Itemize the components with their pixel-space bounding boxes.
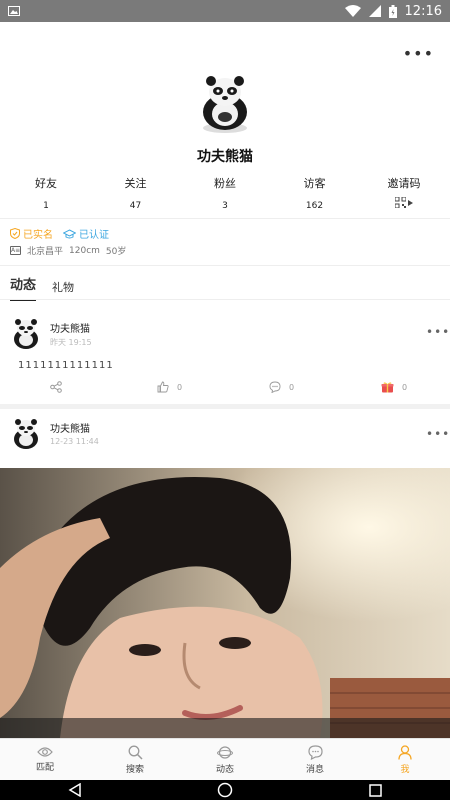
stat-friends[interactable]: 好友 1	[6, 175, 86, 212]
system-nav-bar	[0, 780, 450, 800]
stat-value: 162	[305, 201, 324, 211]
eye-icon	[37, 747, 53, 757]
bottom-tab-label: 匹配	[35, 763, 54, 773]
post-more-icon[interactable]: •••	[426, 325, 450, 339]
divider	[0, 218, 450, 219]
recents-icon[interactable]	[369, 783, 382, 797]
bottom-tab-messages[interactable]: 消息	[270, 739, 360, 780]
post-avatar[interactable]	[11, 318, 41, 350]
stat-value: 3	[222, 201, 228, 211]
search-icon	[128, 745, 143, 760]
post-time: 12-23 11:44	[50, 437, 99, 446]
bottom-tab-label: 消息	[305, 764, 324, 775]
stat-following[interactable]: 关注 47	[96, 175, 176, 212]
bottom-tab-match[interactable]: 匹配	[0, 739, 90, 780]
arrow-right-icon	[408, 199, 413, 206]
image-notification-icon	[8, 6, 20, 16]
graduation-cap-icon	[63, 228, 76, 238]
post-separator	[0, 404, 450, 409]
comment-count: 0	[289, 382, 295, 392]
stat-label: 粉丝	[214, 177, 236, 190]
home-icon[interactable]	[217, 782, 233, 798]
comment-icon	[269, 381, 281, 393]
post-author[interactable]: 功夫熊猫	[50, 420, 90, 435]
like-button[interactable]: 0	[157, 381, 182, 393]
stat-label: 访客	[303, 177, 326, 190]
tab-gifts[interactable]: 礼物	[52, 279, 74, 301]
divider	[0, 265, 450, 266]
stat-value: 1	[43, 201, 49, 211]
bottom-tab-search[interactable]: 搜索	[90, 739, 180, 780]
stat-label: 关注	[124, 177, 147, 190]
profile-info-line: A≡ 北京昌平 120cm 50岁	[10, 244, 126, 257]
bottom-tab-label: 搜索	[125, 764, 144, 775]
shield-icon	[10, 228, 20, 239]
stat-invite-code[interactable]: 邀请码	[364, 175, 444, 212]
info-height: 120cm	[69, 245, 100, 256]
info-location: 北京昌平	[27, 247, 64, 257]
badge-realname-label: 已实名	[23, 230, 53, 241]
profile-tabs: 动态 礼物	[10, 274, 74, 301]
profile-avatar[interactable]	[196, 72, 254, 136]
stat-label: 邀请码	[387, 177, 421, 190]
verification-badges: 已实名 已认证	[10, 226, 109, 241]
gift-icon	[381, 382, 394, 393]
signal-icon	[368, 5, 381, 17]
profile-name: 功夫熊猫	[197, 149, 253, 165]
gift-count: 0	[402, 382, 408, 392]
post-photo[interactable]	[0, 468, 450, 738]
status-time: 12:16	[404, 3, 442, 19]
post-avatar[interactable]	[11, 418, 41, 450]
back-icon[interactable]	[68, 783, 82, 797]
post-more-icon[interactable]: •••	[426, 427, 450, 441]
battery-icon	[388, 4, 397, 18]
post-content: 1111111111111	[18, 360, 114, 371]
post-time: 昨天 19:15	[50, 338, 92, 347]
stat-visitors[interactable]: 访客 162	[275, 175, 355, 212]
stat-label: 好友	[35, 177, 57, 190]
stat-fans[interactable]: 粉丝 3	[185, 175, 265, 212]
share-button[interactable]	[50, 381, 62, 393]
bottom-tab-moments[interactable]: 动态	[180, 739, 270, 780]
bottom-tab-label: 动态	[215, 764, 234, 775]
divider	[0, 299, 450, 300]
post-author[interactable]: 功夫熊猫	[50, 320, 90, 335]
like-count: 0	[177, 382, 183, 392]
qr-code-icon[interactable]	[395, 197, 413, 208]
gift-button[interactable]: 0	[381, 381, 407, 393]
person-icon	[398, 744, 412, 760]
planet-icon	[217, 745, 233, 759]
thumbs-up-icon	[157, 381, 169, 393]
badge-realname[interactable]: 已实名	[10, 226, 53, 241]
bottom-tab-bar: 匹配 搜索 动态 消息 我	[0, 738, 450, 780]
status-bar: 12:16	[0, 0, 450, 22]
comment-button[interactable]: 0	[269, 381, 294, 393]
badge-verified[interactable]: 已认证	[63, 226, 109, 241]
info-age: 50岁	[105, 247, 127, 257]
share-icon	[50, 381, 62, 393]
stat-value: 47	[129, 201, 142, 211]
message-icon	[307, 744, 323, 760]
screen: 12:16 ••• 功夫熊猫 好友 1 关注 47 粉丝 3 访客 162 邀请…	[0, 0, 450, 800]
post-actions: 0 0 0	[0, 381, 450, 399]
badge-verified-label: 已认证	[79, 230, 109, 241]
bottom-tab-me[interactable]: 我	[360, 739, 450, 780]
tab-moments[interactable]: 动态	[10, 274, 37, 301]
id-card-icon: A≡	[10, 246, 21, 255]
wifi-icon	[344, 5, 361, 17]
stats-row: 好友 1 关注 47 粉丝 3 访客 162 邀请码	[0, 175, 450, 212]
bottom-tab-label: 我	[400, 764, 410, 775]
more-options-icon[interactable]: •••	[403, 44, 434, 63]
